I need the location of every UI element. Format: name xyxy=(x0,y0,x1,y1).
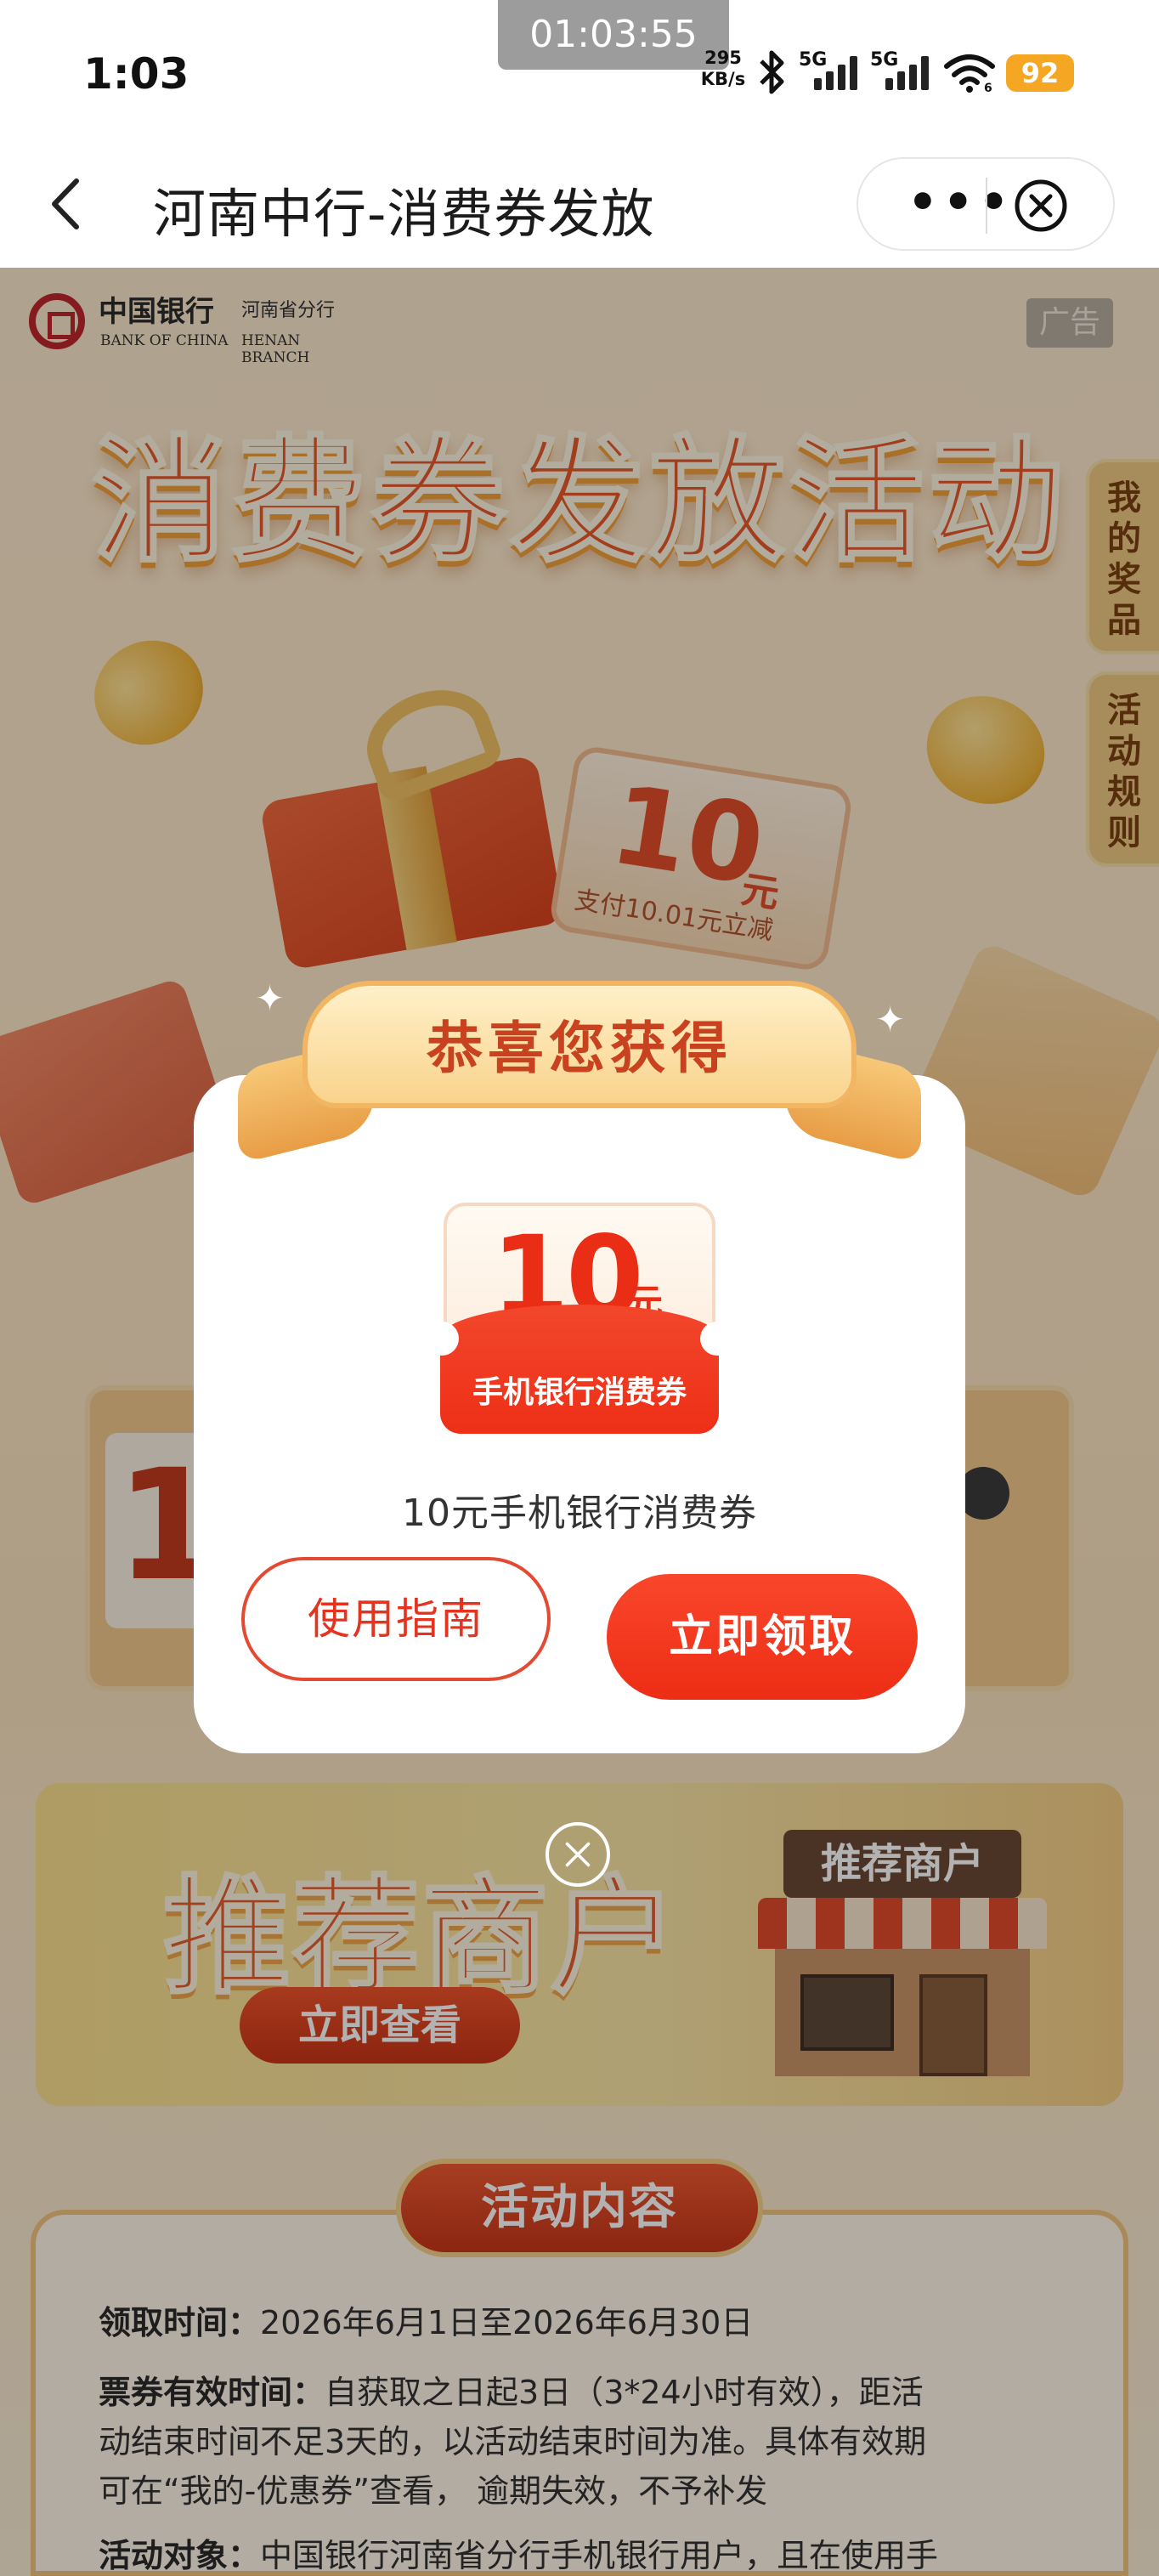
wifi-badge: 6 xyxy=(984,82,992,93)
network-speed-unit: KB/s xyxy=(700,69,746,89)
claim-now-button[interactable]: 立即领取 xyxy=(607,1574,918,1700)
page-title: 河南中行-消费券发放 xyxy=(153,183,655,245)
sparkle-icon: ✦ xyxy=(875,999,906,1040)
wifi-icon: 6 xyxy=(944,54,995,93)
cellular-signal-icon: 5G xyxy=(870,49,938,95)
sparkle-icon: ✦ xyxy=(255,977,286,1019)
back-arrow-icon[interactable] xyxy=(44,173,88,235)
status-time: 1:03 xyxy=(83,49,189,99)
battery-indicator: 92 xyxy=(1006,54,1074,92)
congrats-ribbon: 恭喜您获得 xyxy=(229,969,930,1164)
status-bar: 1:03 01:03:55 295 KB/s 5G 5G 6 92 xyxy=(0,0,1159,140)
modal-close-icon[interactable] xyxy=(546,1822,610,1887)
more-options-button[interactable]: ••• xyxy=(907,179,1014,227)
bluetooth-icon xyxy=(760,50,784,94)
cellular-signal-icon: 5G xyxy=(799,49,867,95)
screen-recording-timer: 01:03:55 xyxy=(498,0,729,70)
network-speed-value: 295 xyxy=(704,48,742,68)
network-speed: 295 KB/s xyxy=(697,48,749,90)
sim2-label: 5G xyxy=(870,49,899,71)
coupon-ticket: 10 元 手机银行消费券 xyxy=(440,1203,719,1434)
coupon-type-label: 手机银行消费券 xyxy=(472,1375,687,1410)
capsule-divider xyxy=(986,178,987,234)
title-bar: 河南中行-消费券发放 ••• xyxy=(0,140,1159,268)
mini-program-capsule: ••• xyxy=(857,157,1115,251)
coupon-name: 10元手机银行消费券 xyxy=(402,1492,757,1535)
congrats-text: 恭喜您获得 xyxy=(427,1016,732,1081)
sim1-label: 5G xyxy=(799,49,828,71)
usage-guide-button[interactable]: 使用指南 xyxy=(241,1557,551,1681)
close-circle-icon[interactable] xyxy=(1013,178,1069,234)
